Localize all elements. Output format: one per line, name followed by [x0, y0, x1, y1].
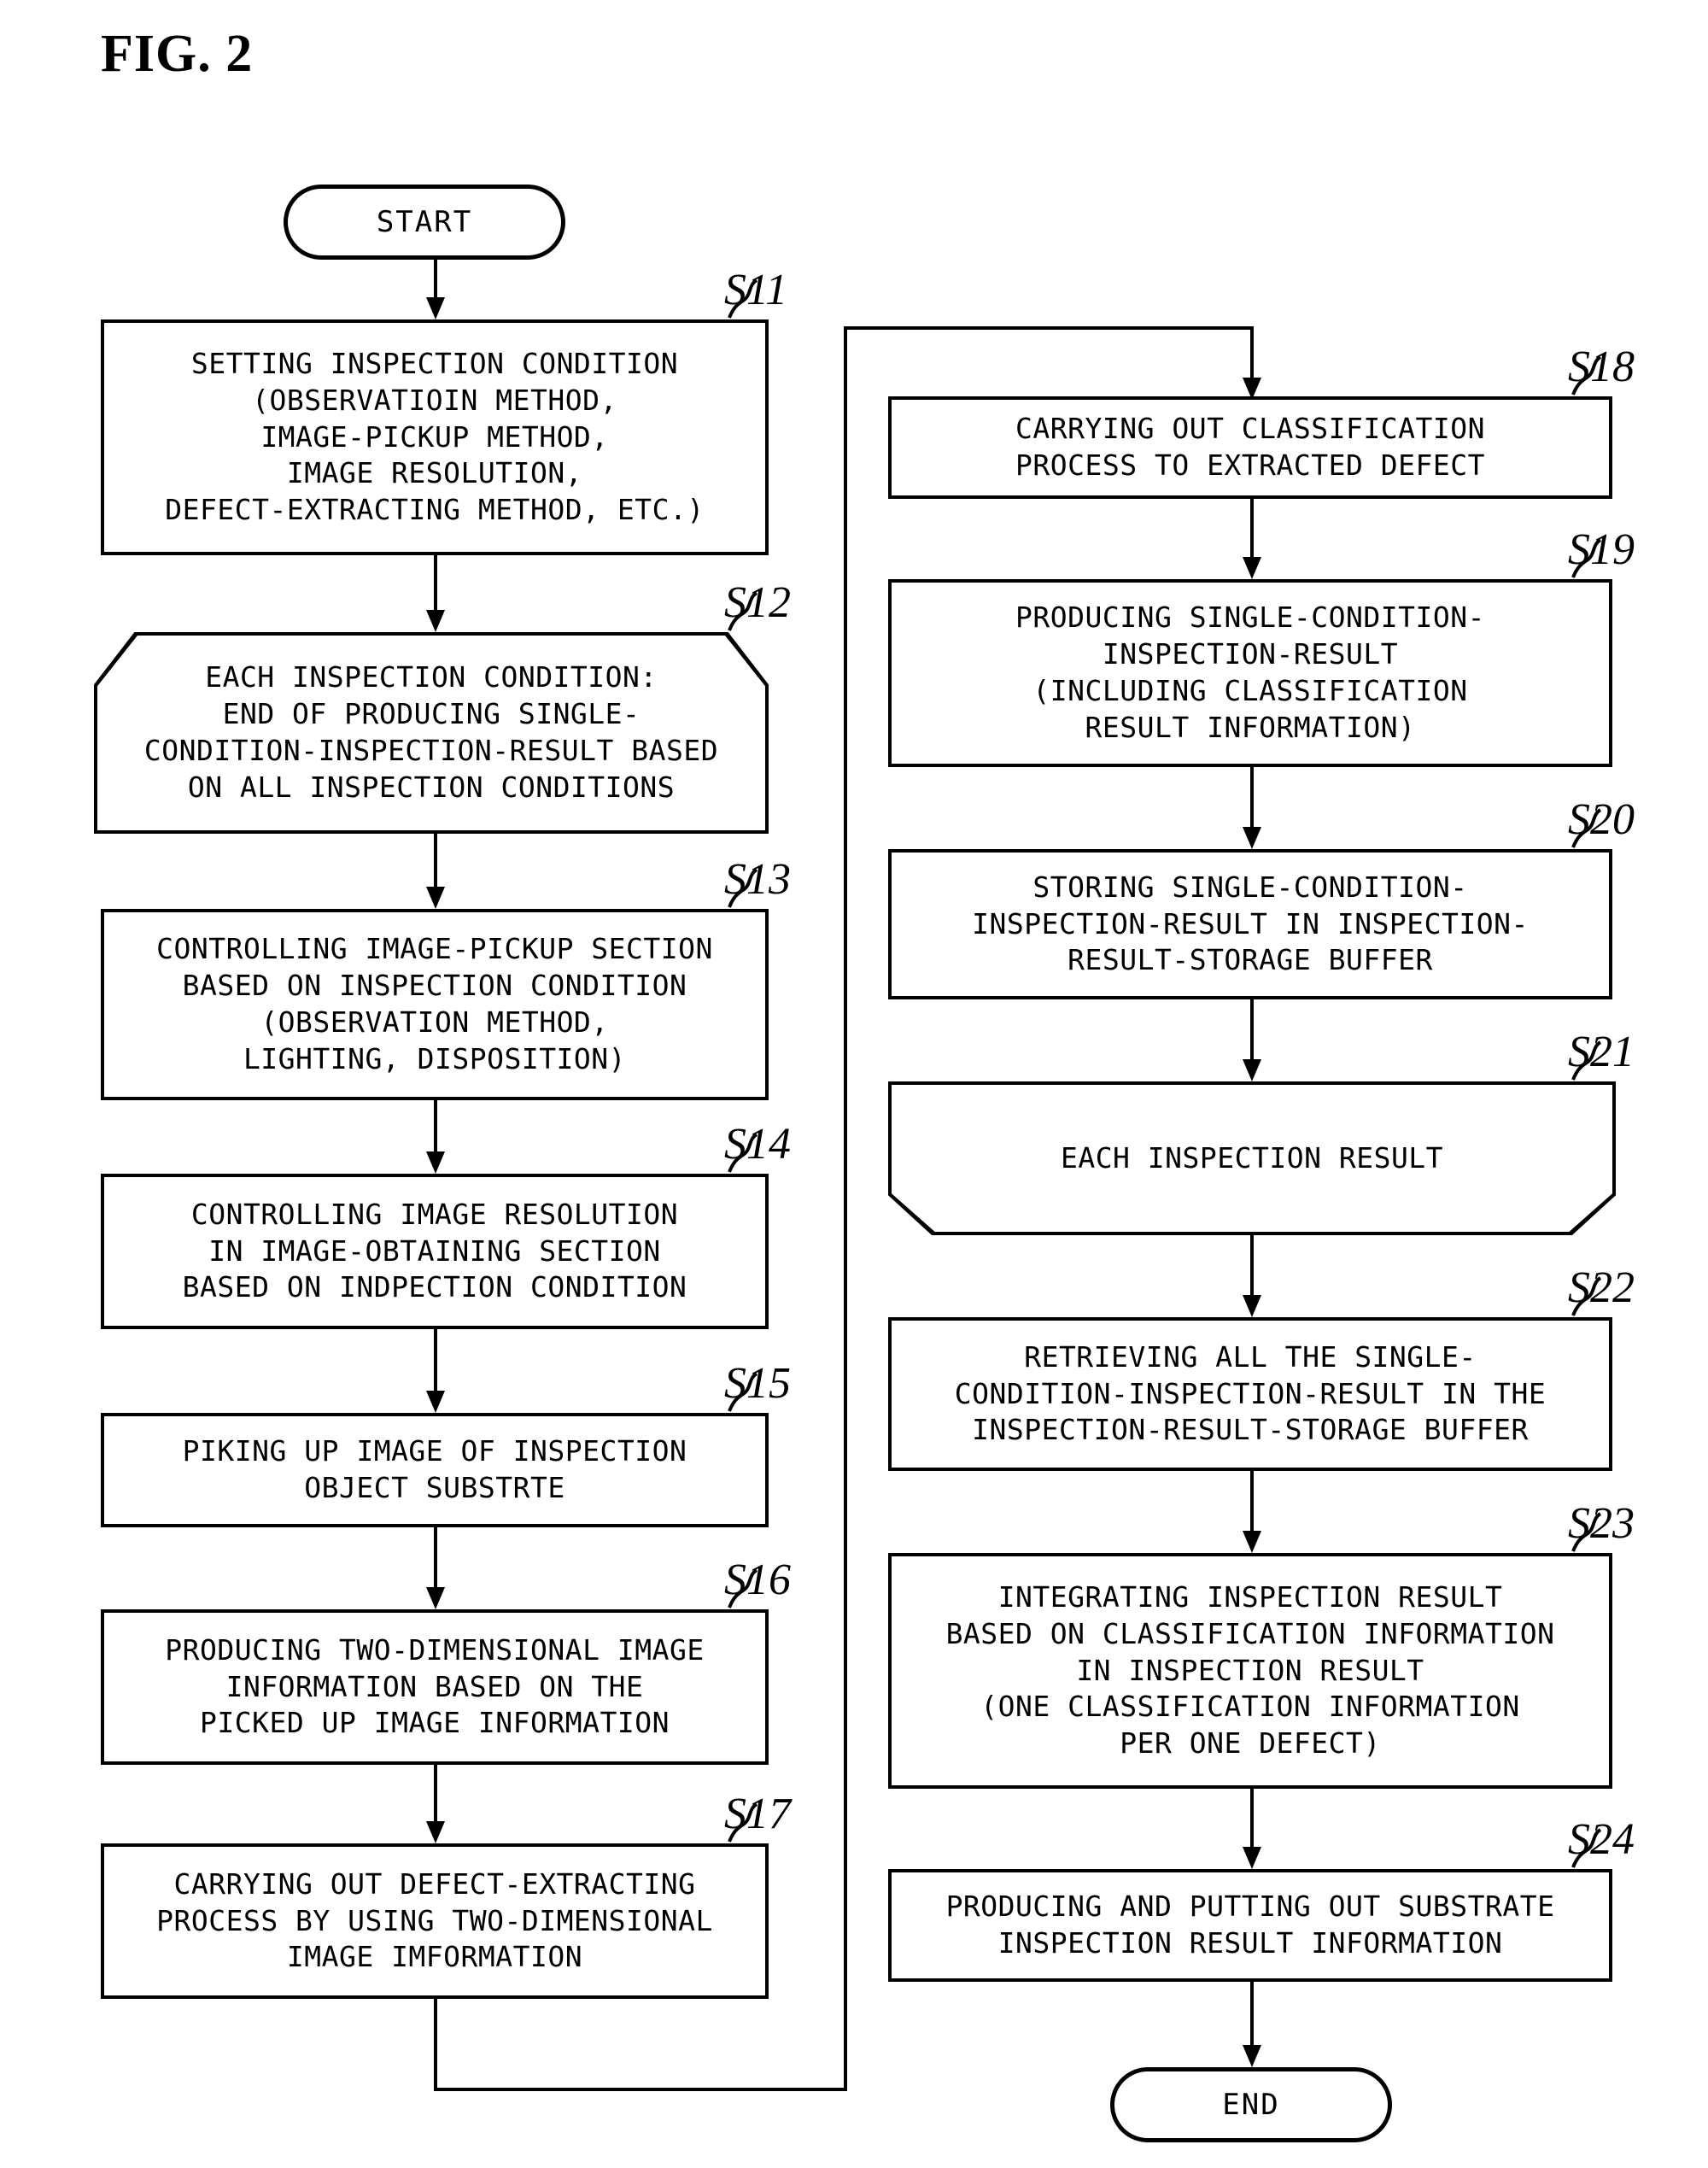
- arrowhead-s16-to-s17: [426, 1821, 445, 1843]
- arrowhead-s22-to-s23: [1243, 1531, 1261, 1553]
- step-label-s11: S11: [724, 266, 788, 314]
- end-label: END: [1222, 2088, 1280, 2122]
- step-label-s24: S24: [1568, 1815, 1635, 1864]
- step-label-s14: S14: [724, 1120, 791, 1169]
- node-s24-text: PRODUCING AND PUTTING OUT SUBSTRATE INSP…: [945, 1890, 1555, 1960]
- feedback-up-segment: [844, 326, 847, 2091]
- step-label-s16: S16: [724, 1556, 791, 1604]
- node-s20-text: STORING SINGLE-CONDITION- INSPECTION-RES…: [972, 870, 1529, 977]
- node-s13: CONTROLLING IMAGE-PICKUP SECTION BASED O…: [101, 909, 769, 1100]
- node-s22-text: RETRIEVING ALL THE SINGLE- CONDITION-INS…: [954, 1339, 1547, 1447]
- arrowhead-s13-to-s14: [426, 1151, 445, 1174]
- node-s23-text: INTEGRATING INSPECTION RESULT BASED ON C…: [945, 1579, 1555, 1761]
- step-label-s12: S12: [724, 578, 791, 627]
- arrowhead-s23-to-s24: [1243, 1847, 1261, 1869]
- node-s21-inner: EACH INSPECTION RESULT: [892, 1085, 1612, 1232]
- node-s17: CARRYING OUT DEFECT-EXTRACTING PROCESS B…: [101, 1843, 769, 1999]
- node-s18: CARRYING OUT CLASSIFICATION PROCESS TO E…: [888, 396, 1612, 499]
- node-s15-text: PIKING UP IMAGE OF INSPECTION OBJECT SUB…: [182, 1434, 687, 1504]
- figure-title: FIG. 2: [101, 25, 254, 83]
- arrowhead-s11-to-s12: [426, 610, 445, 632]
- arrowhead-s24-to-end: [1243, 2045, 1261, 2067]
- node-s11-text: SETTING INSPECTION CONDITION (OBSERVATIO…: [165, 346, 705, 527]
- node-s16-text: PRODUCING TWO-DIMENSIONAL IMAGE INFORMAT…: [165, 1632, 705, 1740]
- end-terminator: END: [1110, 2067, 1392, 2142]
- step-label-s22: S22: [1568, 1263, 1635, 1312]
- feedback-top-segment: [844, 326, 1254, 330]
- node-s12: EACH INSPECTION CONDITION: END OF PRODUC…: [94, 632, 769, 834]
- node-s14-text: CONTROLLING IMAGE RESOLUTION IN IMAGE-OB…: [182, 1197, 687, 1304]
- step-label-s17: S17: [724, 1790, 791, 1838]
- arrowhead-s12-to-s13: [426, 887, 445, 909]
- node-s15: PIKING UP IMAGE OF INSPECTION OBJECT SUB…: [101, 1413, 769, 1527]
- step-label-s23: S23: [1568, 1499, 1635, 1548]
- node-s17-text: CARRYING OUT DEFECT-EXTRACTING PROCESS B…: [156, 1866, 713, 1974]
- node-s14: CONTROLLING IMAGE RESOLUTION IN IMAGE-OB…: [101, 1174, 769, 1329]
- node-s21: EACH INSPECTION RESULT: [888, 1081, 1616, 1235]
- node-s21-text: EACH INSPECTION RESULT: [1060, 1140, 1444, 1175]
- arrowhead-start-to-s11: [426, 297, 445, 319]
- start-terminator: START: [284, 185, 565, 260]
- arrowhead-s14-to-s15: [426, 1391, 445, 1413]
- step-label-s13: S13: [724, 855, 791, 904]
- node-s11: SETTING INSPECTION CONDITION (OBSERVATIO…: [101, 319, 769, 555]
- step-label-s19: S19: [1568, 525, 1635, 574]
- feedback-down-segment: [434, 1999, 437, 2091]
- node-s19-text: PRODUCING SINGLE-CONDITION- INSPECTION-R…: [1015, 601, 1485, 744]
- node-s22: RETRIEVING ALL THE SINGLE- CONDITION-INS…: [888, 1317, 1612, 1471]
- step-label-s21: S21: [1568, 1028, 1635, 1076]
- node-s12-text: EACH INSPECTION CONDITION: END OF PRODUC…: [143, 660, 719, 804]
- arrowhead-s20-to-s21: [1243, 1059, 1261, 1081]
- arrowhead-s18-to-s19: [1243, 557, 1261, 579]
- node-s24: PRODUCING AND PUTTING OUT SUBSTRATE INSP…: [888, 1869, 1612, 1982]
- start-label: START: [376, 205, 473, 239]
- arrowhead-s19-to-s20: [1243, 827, 1261, 849]
- node-s16: PRODUCING TWO-DIMENSIONAL IMAGE INFORMAT…: [101, 1609, 769, 1765]
- feedback-right-segment: [434, 2088, 847, 2091]
- node-s19: PRODUCING SINGLE-CONDITION- INSPECTION-R…: [888, 579, 1612, 767]
- node-s18-text: CARRYING OUT CLASSIFICATION PROCESS TO E…: [1015, 412, 1485, 482]
- figure-canvas: FIG. 2 START SETTING INSPECTION CONDITIO…: [0, 0, 1708, 2168]
- arrowhead-s15-to-s16: [426, 1587, 445, 1609]
- node-s12-inner: EACH INSPECTION CONDITION: END OF PRODUC…: [97, 636, 765, 830]
- step-label-s15: S15: [724, 1359, 791, 1408]
- step-label-s20: S20: [1568, 795, 1635, 844]
- arrowhead-s21-to-s22: [1243, 1295, 1261, 1317]
- node-s23: INTEGRATING INSPECTION RESULT BASED ON C…: [888, 1553, 1612, 1789]
- node-s20: STORING SINGLE-CONDITION- INSPECTION-RES…: [888, 849, 1612, 999]
- step-label-s18: S18: [1568, 343, 1635, 391]
- node-s13-text: CONTROLLING IMAGE-PICKUP SECTION BASED O…: [156, 932, 713, 1075]
